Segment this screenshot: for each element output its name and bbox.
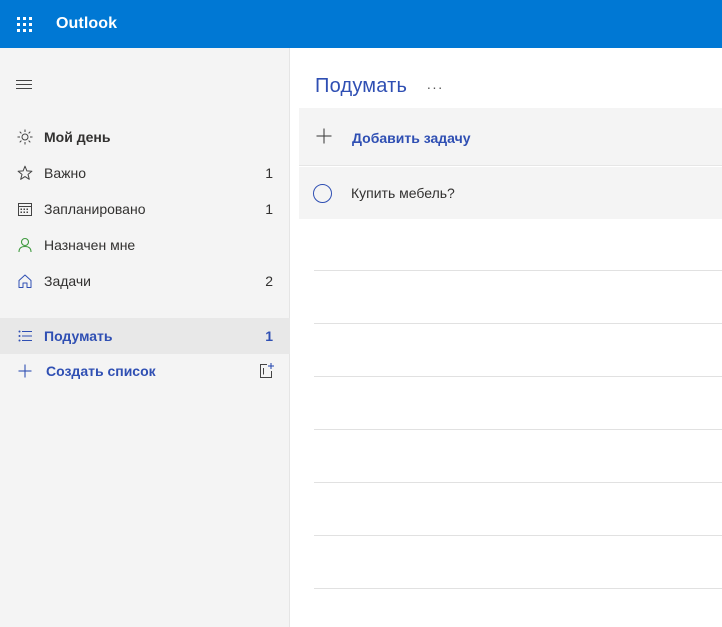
sidebar-item-count: 1: [265, 165, 273, 181]
empty-row-divider: [314, 482, 722, 483]
empty-row-divider: [314, 323, 722, 324]
list-icon: [16, 327, 34, 345]
hamburger-menu-icon[interactable]: [16, 80, 32, 92]
task-list-pane: Подумать ··· Добавить задачу Купить мебе…: [291, 48, 722, 627]
sidebar: Мой день Важно 1 Запланировано 1 Назначе…: [0, 48, 290, 627]
empty-row-divider: [314, 535, 722, 536]
task-title: Купить мебель?: [351, 185, 455, 201]
home-icon: [16, 272, 34, 290]
empty-row-divider: [314, 376, 722, 377]
app-launcher-button[interactable]: [0, 0, 48, 48]
sidebar-item-count: 2: [265, 273, 273, 289]
empty-row-divider: [314, 429, 722, 430]
sidebar-item-assigned-to-me[interactable]: Назначен мне: [0, 227, 290, 263]
new-group-icon[interactable]: [257, 362, 275, 380]
plus-icon: [315, 127, 333, 145]
plus-icon: [16, 362, 34, 380]
sidebar-item-label: Важно: [44, 165, 87, 181]
list-title[interactable]: Подумать: [315, 75, 407, 98]
sidebar-list-podumat[interactable]: Подумать 1: [0, 318, 290, 354]
sidebar-item-label: Назначен мне: [44, 237, 136, 253]
person-icon: [16, 236, 34, 254]
app-title[interactable]: Outlook: [56, 15, 117, 33]
empty-row-divider: [314, 270, 722, 271]
sidebar-item-label: Задачи: [44, 273, 92, 289]
sidebar-item-my-day[interactable]: Мой день: [0, 119, 290, 155]
waffle-icon: [16, 16, 32, 32]
sun-icon: [16, 128, 34, 146]
sidebar-item-important[interactable]: Важно 1: [0, 155, 290, 191]
add-task-label: Добавить задачу: [352, 130, 471, 146]
task-item[interactable]: Купить мебель?: [299, 167, 722, 219]
empty-row-divider: [314, 588, 722, 589]
complete-task-checkbox[interactable]: [313, 184, 332, 203]
create-list-button[interactable]: Создать список: [0, 353, 290, 389]
sidebar-item-label: Запланировано: [44, 201, 146, 217]
sidebar-item-label: Мой день: [44, 129, 111, 145]
sidebar-item-count: 1: [265, 201, 273, 217]
add-task-input[interactable]: Добавить задачу: [299, 108, 722, 166]
sidebar-item-label: Подумать: [44, 328, 113, 344]
more-options-button[interactable]: ···: [424, 76, 446, 98]
sidebar-item-planned[interactable]: Запланировано 1: [0, 191, 290, 227]
star-icon: [16, 164, 34, 182]
sidebar-item-count: 1: [265, 328, 273, 344]
create-list-label: Создать список: [46, 363, 156, 379]
sidebar-item-tasks[interactable]: Задачи 2: [0, 263, 290, 299]
calendar-icon: [16, 200, 34, 218]
top-bar: Outlook: [0, 0, 722, 48]
